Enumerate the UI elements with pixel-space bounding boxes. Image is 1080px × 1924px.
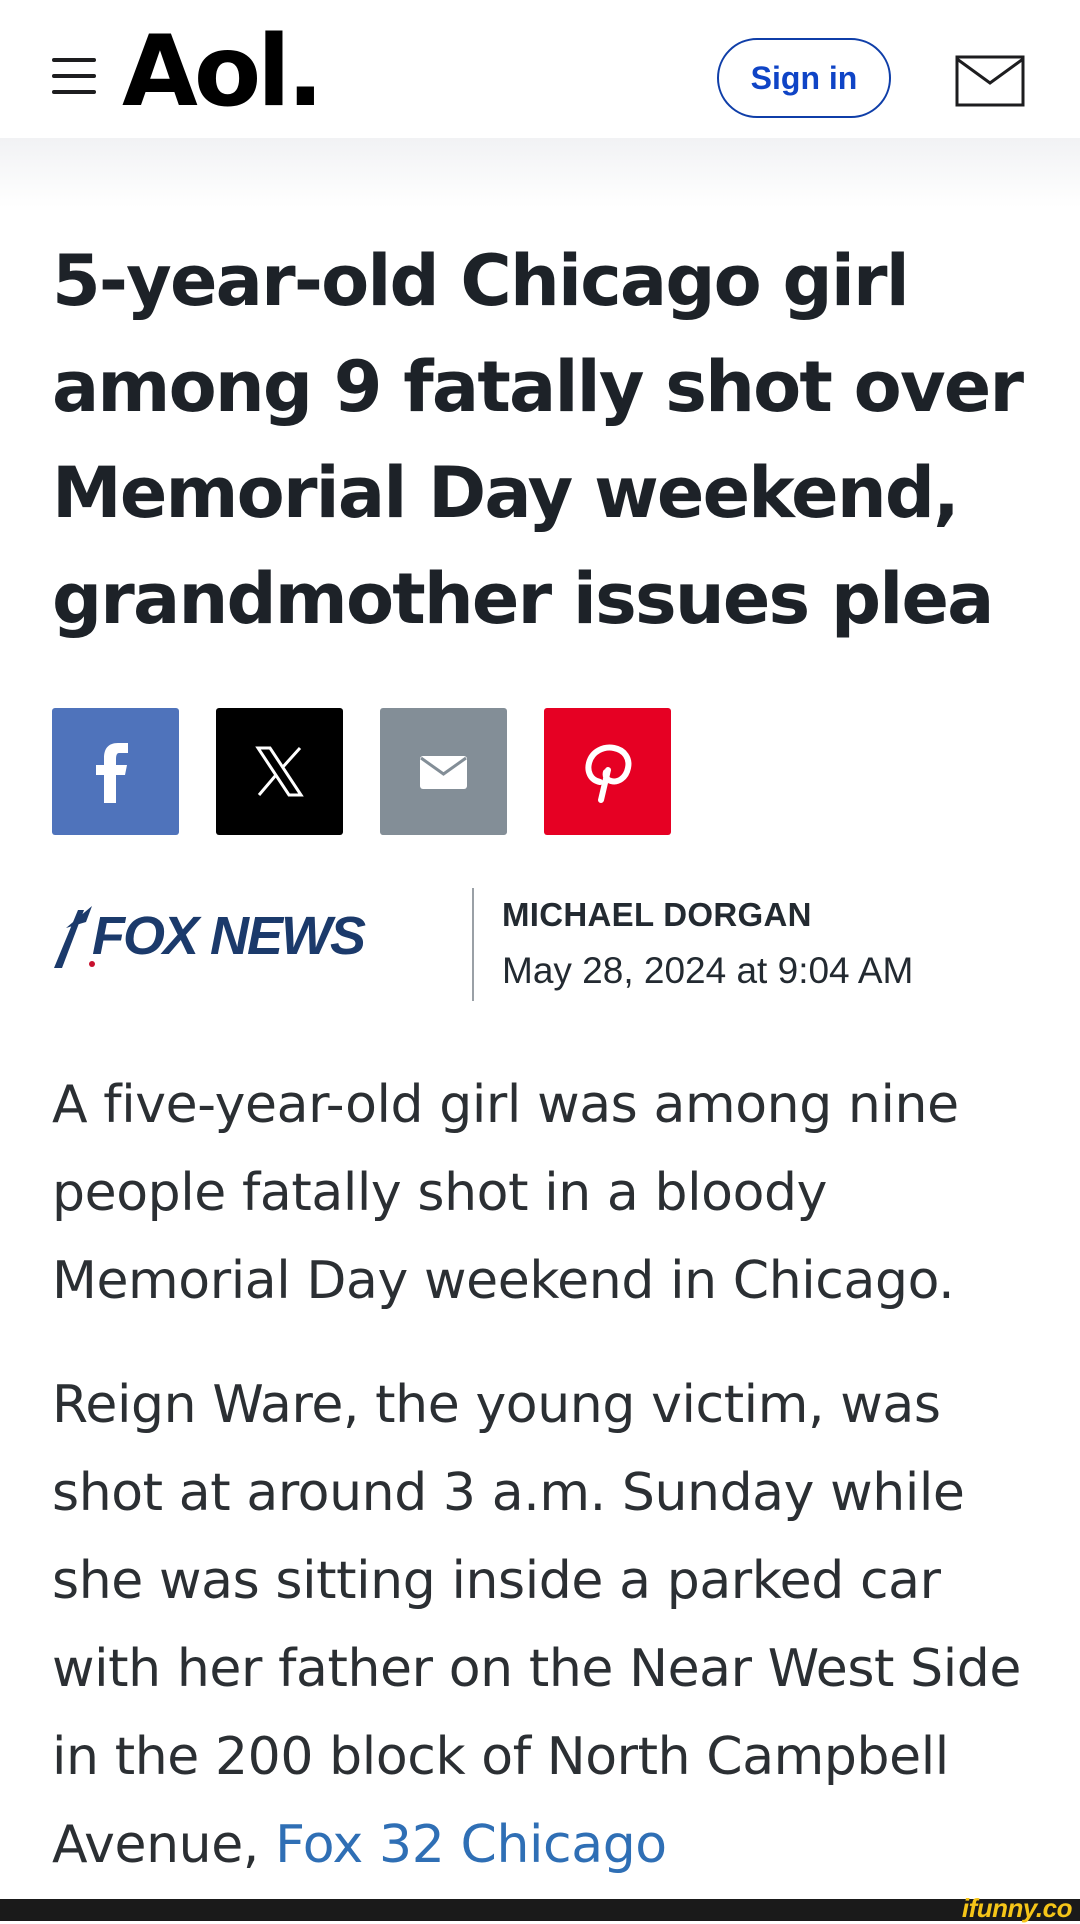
email-icon [420,756,467,789]
hamburger-menu-icon[interactable] [52,58,96,94]
svg-text:FOX NEWS: FOX NEWS [92,906,366,966]
article-paragraph-2: Reign Ware, the young victim, was shot a… [52,1361,1042,1889]
watermark-bar: ifunny.co [0,1893,1080,1923]
article-paragraph-1: A five-year-old girl was among nine peop… [52,1075,959,1311]
pinterest-icon [585,744,632,803]
aol-logo[interactable]: Aol. [122,22,324,122]
publish-date: May 28, 2024 at 9:04 AM [502,950,914,991]
ifunny-watermark: ifunny.co [961,1893,1073,1923]
share-pinterest-button[interactable] [544,708,671,835]
article-title: 5-year-old Chicago girl among 9 fatally … [52,240,1024,640]
top-header: Aol. Sign in [0,0,1080,138]
share-x-button[interactable] [216,708,343,835]
x-icon [255,746,304,797]
share-facebook-button[interactable] [52,708,179,835]
mail-icon[interactable] [955,55,1025,107]
fox-news-logo[interactable]: FOX NEWS [52,898,422,978]
byline-divider [472,888,474,1001]
fox-32-chicago-link[interactable]: Fox 32 Chicago [275,1815,667,1875]
paragraph-2-text: Reign Ware, the young victim, was shot a… [52,1375,1021,1875]
share-email-button[interactable] [380,708,507,835]
header-shadow [0,138,1080,208]
sign-in-button[interactable]: Sign in [717,38,891,118]
facebook-icon [96,743,128,803]
author-name[interactable]: MICHAEL DORGAN [502,896,812,934]
